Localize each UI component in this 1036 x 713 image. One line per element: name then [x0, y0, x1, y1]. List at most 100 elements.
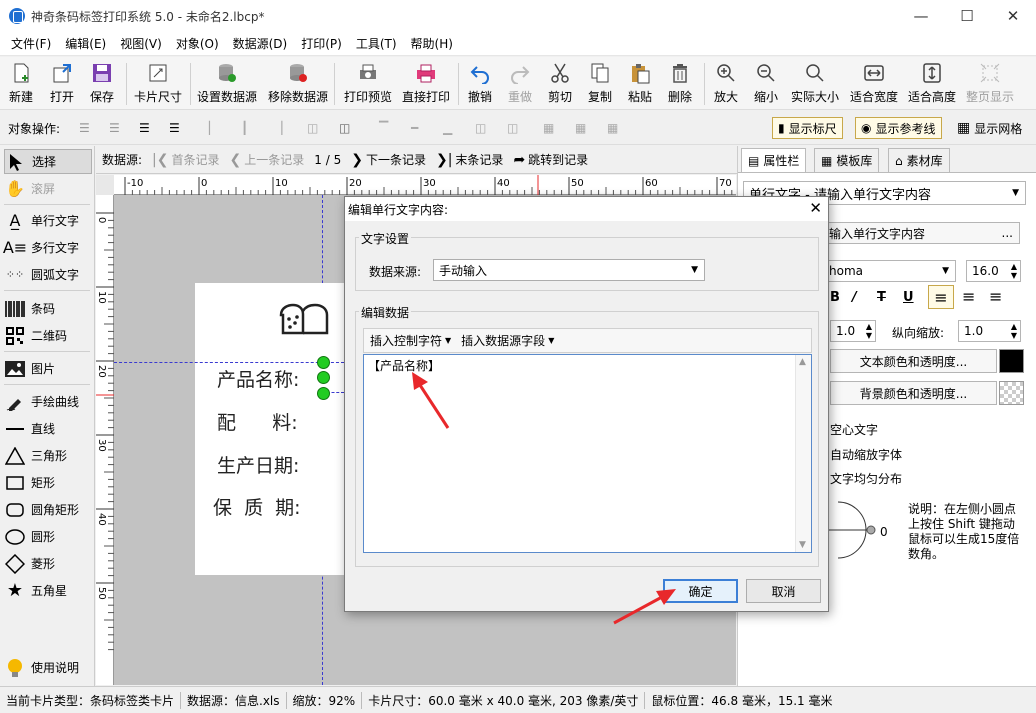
set-datasource-button[interactable]: 设置数据源: [197, 61, 257, 107]
align-center-icon[interactable]: ┃: [236, 117, 253, 139]
tool-round-rect[interactable]: 圆角矩形: [4, 497, 92, 522]
tool-qrcode[interactable]: 二维码: [4, 323, 92, 348]
resize-handle-middle[interactable]: [317, 371, 330, 384]
tool-triangle[interactable]: 三角形: [4, 443, 92, 468]
same-size-icon[interactable]: ◫: [502, 117, 523, 139]
tab-assets[interactable]: ⌂ 素材库: [888, 148, 950, 172]
tool-rectangle[interactable]: 矩形: [4, 470, 92, 495]
align-right-text-icon[interactable]: ≡: [989, 287, 1002, 306]
tool-single-text[interactable]: A̲ 单行文字: [4, 208, 92, 233]
datasource-select[interactable]: 手动输入 ▼: [433, 259, 705, 281]
fit-page-button[interactable]: 整页显示: [966, 61, 1014, 107]
font-name-select[interactable]: homa ▼: [828, 260, 956, 282]
first-record-button[interactable]: |❮ 首条记录: [152, 151, 219, 168]
tool-line[interactable]: 直线: [4, 416, 92, 441]
card-size-button[interactable]: 卡片尺寸: [134, 61, 182, 107]
cancel-button[interactable]: 取消: [746, 579, 821, 603]
text-color-button[interactable]: 文本颜色和透明度...: [830, 349, 997, 373]
show-ruler-toggle[interactable]: ▮ 显示标尺: [772, 117, 843, 139]
align-left-text-icon[interactable]: ≡: [928, 285, 954, 309]
tool-arc-text[interactable]: ⁘⁘ 圆弧文字: [4, 262, 92, 287]
menu-view[interactable]: 视图(V): [113, 35, 169, 52]
ingredients-label[interactable]: 配 料:: [217, 408, 298, 435]
ungroup-icon[interactable]: ▦: [570, 117, 591, 139]
autoscale-checkbox[interactable]: 自动缩放字体: [830, 446, 902, 463]
tool-select[interactable]: 选择: [4, 149, 92, 174]
new-button[interactable]: 新建: [9, 61, 33, 107]
align-right-icon[interactable]: ▕: [268, 117, 287, 139]
resize-handle-top[interactable]: [317, 356, 330, 369]
menu-edit[interactable]: 编辑(E): [58, 35, 113, 52]
horizontal-ruler[interactable]: -10 0 10 20 30 40 50 60 70: [114, 175, 736, 195]
cut-button[interactable]: 剪切: [548, 61, 572, 107]
prev-record-button[interactable]: ❮ 上一条记录: [230, 151, 305, 168]
editor-scrollbar[interactable]: ▲ ▼: [795, 355, 811, 552]
hollow-text-checkbox[interactable]: 空心文字: [830, 421, 878, 438]
zoom-in-button[interactable]: 放大: [714, 61, 738, 107]
zoom-out-button[interactable]: 缩小: [754, 61, 778, 107]
vscale-spinner[interactable]: 1.0 ▲ ▼: [958, 320, 1021, 342]
layer-up-icon[interactable]: ☰: [74, 117, 95, 139]
maximize-button[interactable]: ☐: [944, 0, 990, 32]
menu-file[interactable]: 文件(F): [4, 35, 58, 52]
strikethrough-icon[interactable]: T: [877, 290, 886, 305]
italic-icon[interactable]: /: [852, 290, 857, 305]
bg-color-button[interactable]: 背景颜色和透明度...: [830, 381, 997, 405]
tab-templates[interactable]: ▦ 模板库: [814, 148, 880, 172]
underline-icon[interactable]: U: [903, 290, 914, 305]
menu-tools[interactable]: 工具(T): [349, 35, 404, 52]
menu-print[interactable]: 打印(P): [294, 35, 349, 52]
direct-print-button[interactable]: 直接打印: [402, 61, 450, 107]
distribute-h-icon[interactable]: ◫: [302, 117, 323, 139]
tool-circle[interactable]: 圆形: [4, 524, 92, 549]
layer-down-icon[interactable]: ☰: [104, 117, 125, 139]
tab-properties[interactable]: ▤ 属性栏: [741, 148, 807, 172]
fit-width-button[interactable]: 适合宽度: [850, 61, 898, 107]
font-size-spinner[interactable]: 16.0 ▲ ▼: [966, 260, 1021, 282]
show-grid-toggle[interactable]: ▦ 显示网格: [952, 117, 1027, 139]
tool-diamond[interactable]: 菱形: [4, 551, 92, 576]
align-top-icon[interactable]: ▔: [374, 117, 393, 139]
tool-image[interactable]: 图片: [4, 356, 92, 381]
resize-handle-bottom[interactable]: [317, 387, 330, 400]
same-height-icon[interactable]: ◫: [470, 117, 491, 139]
ok-button[interactable]: 确定: [663, 579, 738, 603]
distribute-checkbox[interactable]: 文字均匀分布: [830, 470, 902, 487]
close-button[interactable]: ✕: [990, 0, 1036, 32]
layer-bottom-icon[interactable]: ☰: [164, 117, 185, 139]
open-button[interactable]: 打开: [50, 61, 74, 107]
group-icon[interactable]: ▦: [538, 117, 559, 139]
insert-control-char-button[interactable]: 插入控制字符 ▼: [370, 332, 451, 349]
menu-object[interactable]: 对象(O): [169, 35, 226, 52]
align-left-icon[interactable]: ▏: [204, 117, 223, 139]
remove-datasource-button[interactable]: 移除数据源: [268, 61, 328, 107]
minimize-button[interactable]: —: [898, 0, 944, 32]
distribute-v-icon[interactable]: ◫: [334, 117, 355, 139]
undo-button[interactable]: 撤销: [468, 61, 492, 107]
vertical-ruler[interactable]: 0 10 20 30 40 50: [96, 195, 114, 685]
production-date-label[interactable]: 生产日期:: [217, 451, 299, 478]
tool-star[interactable]: ★ 五角星: [4, 578, 92, 603]
dialog-close-icon[interactable]: ✕: [809, 199, 822, 217]
lock-icon[interactable]: ▦: [602, 117, 623, 139]
layer-top-icon[interactable]: ☰: [134, 117, 155, 139]
scroll-up-icon[interactable]: ▲: [799, 357, 806, 367]
align-center-text-icon[interactable]: ≡: [962, 287, 975, 306]
help-button[interactable]: 使用说明: [4, 655, 92, 680]
tool-multi-text[interactable]: A≡ 多行文字: [3, 235, 92, 260]
redo-button[interactable]: 重做: [508, 61, 532, 107]
scroll-down-icon[interactable]: ▼: [799, 540, 806, 550]
tool-freehand[interactable]: 手绘曲线: [4, 389, 92, 414]
edit-content-button[interactable]: 输入单行文字内容...: [828, 222, 1020, 244]
last-record-button[interactable]: ❯| 末条记录: [436, 151, 503, 168]
jump-record-button[interactable]: ➦ 跳转到记录: [513, 151, 588, 168]
align-middle-icon[interactable]: ━: [406, 117, 423, 139]
text-color-swatch[interactable]: [999, 349, 1024, 373]
paste-button[interactable]: 粘贴: [628, 61, 652, 107]
hscale-spinner[interactable]: 1.0 ▲ ▼: [830, 320, 876, 342]
guide-line-horizontal[interactable]: [114, 362, 344, 363]
actual-size-button[interactable]: 实际大小: [791, 61, 839, 107]
save-button[interactable]: 保存: [90, 61, 114, 107]
product-name-label[interactable]: 产品名称:: [217, 365, 299, 392]
bg-color-swatch[interactable]: [999, 381, 1024, 405]
